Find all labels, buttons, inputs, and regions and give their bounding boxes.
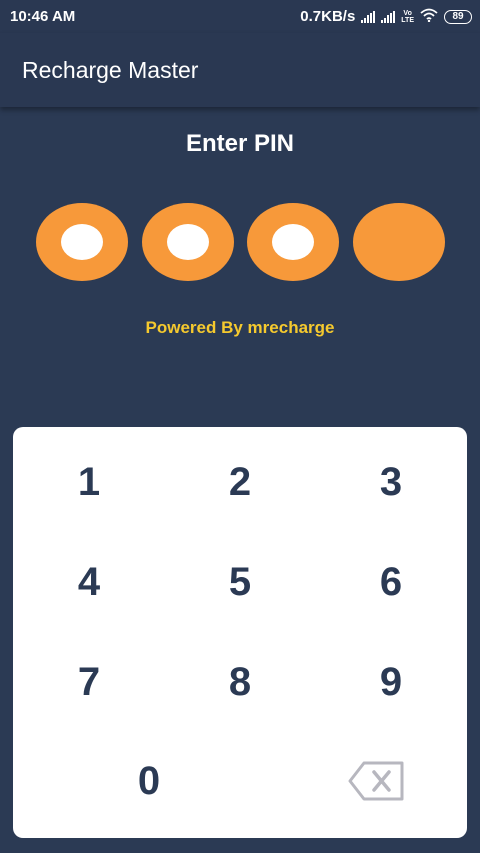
pin-dot-4: [353, 203, 445, 281]
app-bar: Recharge Master: [0, 33, 480, 107]
volte-icon: Vo LTE: [401, 10, 414, 24]
wifi-icon: [420, 8, 438, 26]
backspace-icon: [348, 761, 404, 801]
pin-indicator: [0, 203, 480, 281]
key-7[interactable]: 7: [34, 642, 144, 722]
key-2[interactable]: 2: [185, 442, 295, 522]
status-bar: 10:46 AM 0.7KB/s Vo LTE 89: [0, 0, 480, 33]
signal-icon: [381, 10, 396, 23]
key-8[interactable]: 8: [185, 642, 295, 722]
key-9[interactable]: 9: [336, 642, 446, 722]
backspace-button[interactable]: [321, 741, 431, 821]
pin-title: Enter PIN: [185, 130, 295, 157]
key-1[interactable]: 1: [34, 442, 144, 522]
pin-dot-2: [142, 203, 234, 281]
status-icons: 0.7KB/s Vo LTE 89: [300, 8, 472, 26]
key-4[interactable]: 4: [34, 542, 144, 622]
keypad: 1 2 3 4 5 6 7 8 9 0: [13, 427, 467, 838]
pin-dot-fill: [167, 224, 209, 260]
battery-level: 89: [452, 11, 464, 22]
key-5[interactable]: 5: [185, 542, 295, 622]
pin-dot-fill: [272, 224, 314, 260]
volte-label-top: Vo: [403, 9, 412, 17]
network-speed: 0.7KB/s: [300, 8, 356, 25]
key-3[interactable]: 3: [336, 442, 446, 522]
key-6[interactable]: 6: [336, 542, 446, 622]
key-0[interactable]: 0: [94, 741, 204, 821]
status-time: 10:46 AM: [10, 8, 76, 25]
volte-label-bottom: LTE: [401, 16, 414, 24]
powered-by-text: Powered By mrecharge: [145, 318, 335, 337]
app-title: Recharge Master: [22, 56, 199, 83]
pin-dot-1: [36, 203, 128, 281]
pin-dot-fill: [61, 224, 103, 260]
battery-icon: 89: [444, 9, 472, 24]
signal-icon: [361, 10, 376, 23]
pin-dot-3: [247, 203, 339, 281]
